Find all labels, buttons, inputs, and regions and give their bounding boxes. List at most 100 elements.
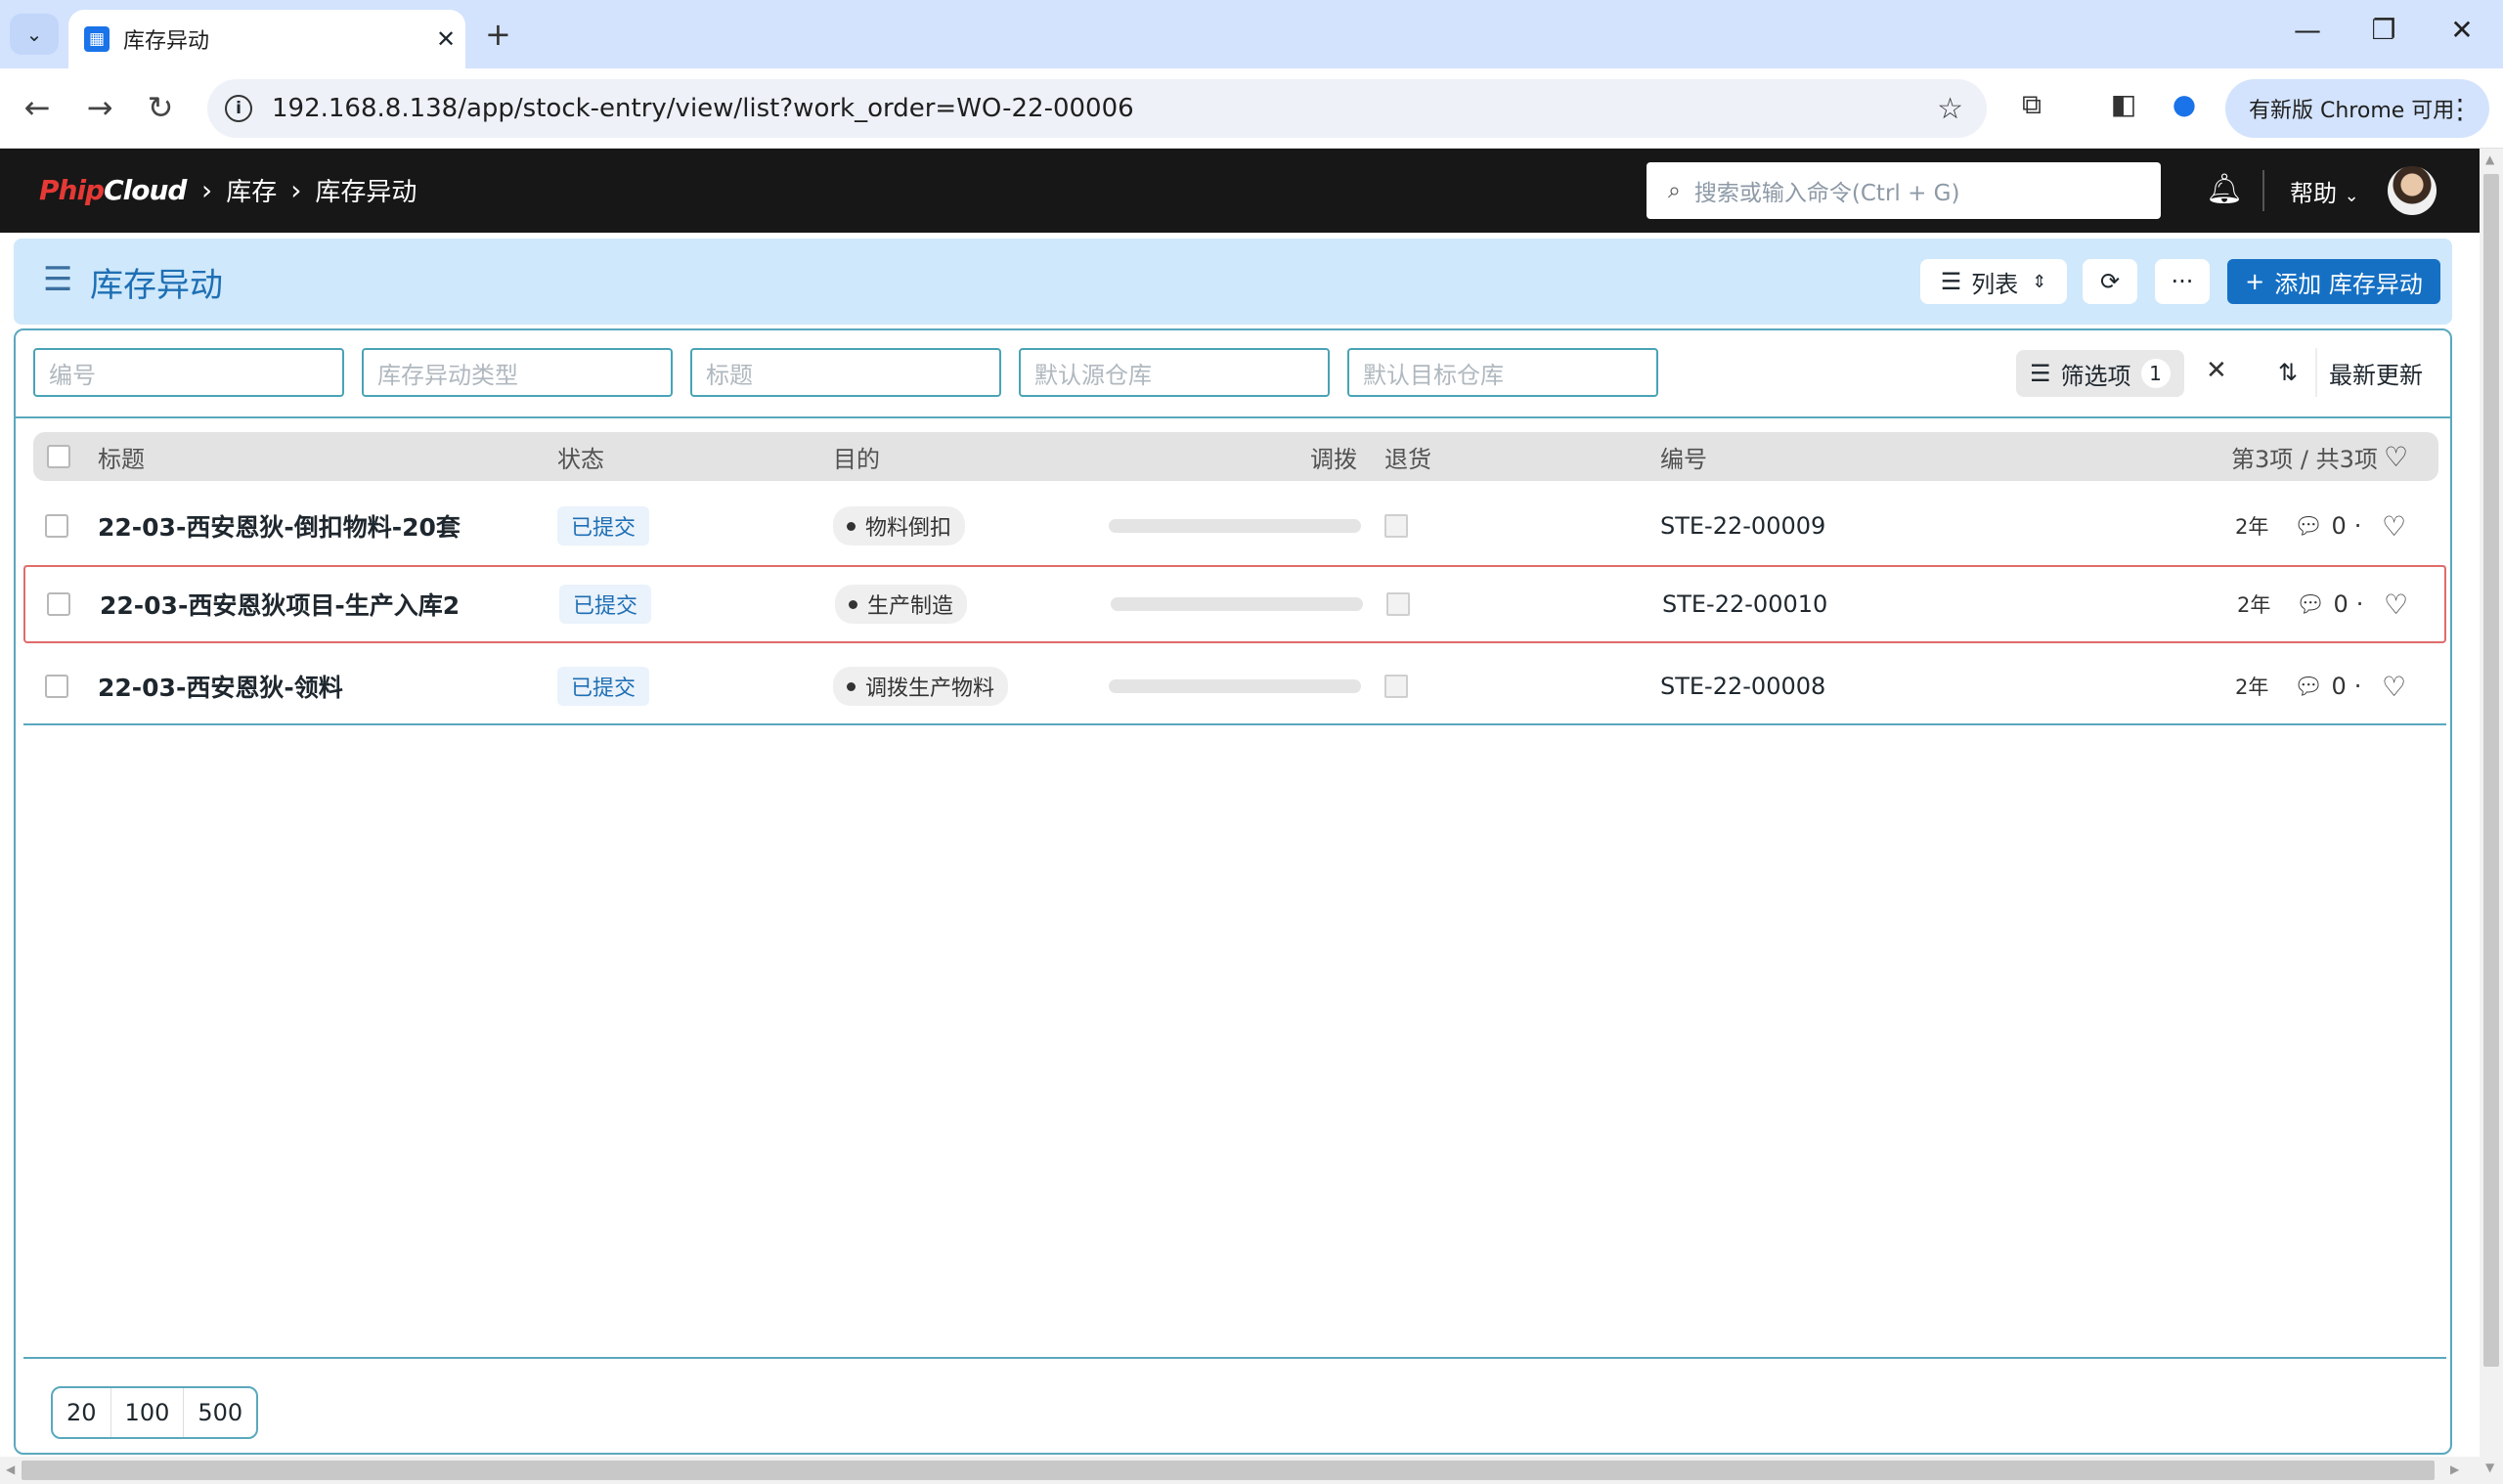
app-logo[interactable]: PhipCloud [39, 174, 187, 206]
horizontal-scrollbar[interactable]: ◀ ▶ [0, 1457, 2480, 1484]
scroll-thumb[interactable] [22, 1461, 2435, 1480]
status-badge: 已提交 [557, 506, 650, 546]
comment-count[interactable]: 💬︎ 0 · [2294, 487, 2361, 565]
url-text: 192.168.8.138/app/stock-entry/view/list?… [272, 94, 1134, 123]
row-age: 2年 [2235, 676, 2269, 699]
row-title[interactable]: 22-03-西安恩狄项目-生产入库2 [100, 567, 460, 641]
comment-icon: 💬︎ [2296, 590, 2326, 618]
chrome-update-button[interactable]: 有新版 Chrome 可用 ⋮ [2225, 79, 2489, 138]
row-id: STE-22-00008 [1660, 673, 1826, 700]
breadcrumb-item-stock[interactable]: 库存 [226, 172, 277, 208]
row-checkbox[interactable] [47, 592, 70, 616]
filter-id-input[interactable]: 编号 [33, 348, 344, 397]
divider [23, 1357, 2446, 1359]
browser-toolbar: ← → ↻ i 192.168.8.138/app/stock-entry/vi… [0, 68, 2503, 149]
filter-count-badge: 1 [2140, 359, 2171, 388]
purpose-pill: 调拨生产物料 [833, 667, 1009, 706]
transfer-progress-bar [1111, 597, 1363, 611]
notification-bell-icon[interactable]: 🔔︎ [2206, 172, 2243, 206]
bookmark-star-icon[interactable]: ☆ [1937, 92, 1963, 126]
page-size-100[interactable]: 100 [110, 1388, 184, 1437]
table-header: 标题 状态 目的 调拨 退货 编号 第3项 / 共3项 ♡ [33, 432, 2438, 481]
table-row[interactable]: 22-03-西安恩狄-倒扣物料-20套 已提交 物料倒扣 STE-22-0000… [23, 487, 2446, 565]
browser-tab-strip: ⌄ ▦ 库存异动 ✕ + — ❐ ✕ [0, 0, 2503, 68]
refresh-button[interactable]: ⟳ [2083, 259, 2137, 304]
forward-icon[interactable]: → [80, 90, 119, 125]
like-heart-icon[interactable]: ♡ [2384, 567, 2408, 641]
like-heart-icon[interactable]: ♡ [2382, 487, 2406, 565]
scroll-thumb[interactable] [2483, 174, 2499, 1367]
scroll-right-icon[interactable]: ▶ [2450, 1462, 2459, 1476]
update-label: 有新版 Chrome 可用 [2249, 99, 2455, 123]
profile-icon[interactable]: ● [2163, 88, 2206, 120]
comment-icon: 💬︎ [2294, 512, 2324, 540]
site-info-icon[interactable]: i [225, 95, 252, 122]
plus-icon: + [2245, 268, 2265, 295]
chevron-down-icon: ⌄ [2344, 186, 2359, 206]
filter-button[interactable]: ☰ 筛选项 1 [2016, 350, 2184, 397]
chevron-right-icon: › [290, 174, 302, 206]
filter-target-warehouse-input[interactable]: 默认目标仓库 [1347, 348, 1658, 397]
scroll-left-icon[interactable]: ◀ [6, 1462, 15, 1476]
filter-source-warehouse-input[interactable]: 默认源仓库 [1019, 348, 1330, 397]
page-size-20[interactable]: 20 [53, 1388, 110, 1437]
heart-icon[interactable]: ♡ [2384, 432, 2408, 481]
dot-icon [847, 681, 856, 691]
back-icon[interactable]: ← [18, 90, 57, 125]
scroll-up-icon[interactable]: ▲ [2485, 153, 2494, 166]
breadcrumb-item-stock-entry[interactable]: 库存异动 [315, 172, 417, 208]
vertical-scrollbar[interactable]: ▲ ▼ [2480, 149, 2503, 1484]
table-row[interactable]: 22-03-西安恩狄-领料 已提交 调拨生产物料 STE-22-00008 2年… [23, 647, 2446, 725]
restore-icon[interactable]: ❐ [2354, 14, 2413, 46]
comment-count[interactable]: 💬︎ 0 · [2296, 567, 2363, 641]
help-dropdown[interactable]: 帮助 ⌄ [2290, 174, 2359, 208]
sidebar-toggle-icon[interactable]: ☰ [43, 260, 72, 299]
filter-title-input[interactable]: 标题 [690, 348, 1001, 397]
page-title: 库存异动 [90, 266, 223, 305]
list-icon: ☰ [1940, 268, 1962, 295]
minimize-icon[interactable]: — [2278, 14, 2337, 46]
clear-filter-icon[interactable]: ✕ [2206, 356, 2227, 385]
like-heart-icon[interactable]: ♡ [2382, 647, 2406, 725]
more-actions-button[interactable]: ··· [2155, 259, 2210, 304]
list-view: 编号 库存异动类型 标题 默认源仓库 默认目标仓库 ☰ 筛选项 1 ✕ ⇅ 最新… [14, 328, 2452, 1455]
return-checkbox [1384, 514, 1408, 538]
new-tab-icon[interactable]: + [485, 16, 511, 53]
close-tab-icon[interactable]: ✕ [426, 25, 465, 53]
chevron-down-icon: ⌄ [25, 22, 43, 46]
tab-search-button[interactable]: ⌄ [10, 14, 59, 55]
purpose-pill: 物料倒扣 [833, 506, 966, 546]
refresh-icon: ⟳ [2099, 268, 2121, 295]
close-window-icon[interactable]: ✕ [2433, 14, 2491, 46]
header-id: 编号 [1660, 445, 1707, 473]
address-bar[interactable]: i 192.168.8.138/app/stock-entry/view/lis… [207, 79, 1987, 138]
purpose-pill: 生产制造 [835, 585, 968, 624]
add-stock-entry-button[interactable]: + 添加 库存异动 [2227, 259, 2440, 304]
global-search-input[interactable]: ⌕ 搜索或输入命令(Ctrl + G) [1647, 162, 2161, 219]
header-status: 状态 [557, 445, 604, 473]
sort-updown-icon: ⇕ [2032, 271, 2047, 292]
menu-dots-icon: ⋮ [2446, 92, 2474, 125]
comment-count[interactable]: 💬︎ 0 · [2294, 647, 2361, 725]
row-checkbox[interactable] [45, 675, 68, 698]
row-title[interactable]: 22-03-西安恩狄-领料 [98, 647, 343, 725]
filter-type-input[interactable]: 库存异动类型 [362, 348, 673, 397]
page-size-500[interactable]: 500 [183, 1388, 256, 1437]
scroll-down-icon[interactable]: ▼ [2485, 1461, 2494, 1474]
select-all-checkbox[interactable] [47, 445, 70, 468]
return-checkbox [1384, 675, 1408, 698]
view-switcher[interactable]: ☰ 列表 ⇕ [1920, 259, 2067, 304]
sort-order-icon[interactable]: ⇅ [2261, 348, 2317, 397]
sort-selector[interactable]: ⇅ 最新更新 [2261, 348, 2448, 397]
dot-icon [847, 521, 856, 531]
status-badge: 已提交 [557, 667, 650, 706]
reload-icon[interactable]: ↻ [141, 90, 180, 125]
browser-tab[interactable]: ▦ 库存异动 ✕ [68, 10, 465, 68]
table-row[interactable]: 22-03-西安恩狄项目-生产入库2 已提交 生产制造 STE-22-00010… [23, 565, 2446, 643]
side-panel-icon[interactable]: ◧ [2102, 88, 2145, 120]
row-checkbox[interactable] [45, 514, 68, 538]
avatar[interactable] [2388, 166, 2437, 215]
separator-dot: · [2353, 673, 2362, 700]
extensions-icon[interactable]: ⧉ [2010, 88, 2053, 121]
row-title[interactable]: 22-03-西安恩狄-倒扣物料-20套 [98, 487, 461, 565]
